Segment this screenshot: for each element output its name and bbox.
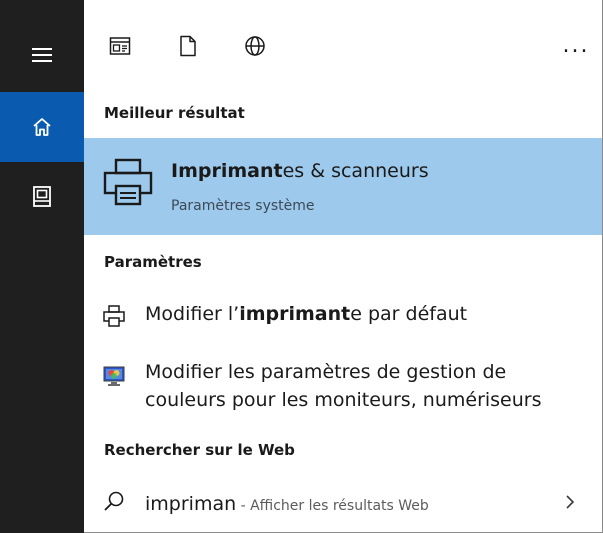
- web-search-query: impriman: [145, 493, 237, 515]
- best-result-title: Imprimantes & scanneurs: [171, 160, 429, 182]
- settings-heading: Paramètres: [104, 253, 202, 271]
- document-icon: [180, 35, 196, 57]
- settings-item-default-printer[interactable]: Modifier l’imprimante par défaut: [84, 292, 602, 340]
- home-icon: [33, 118, 51, 136]
- best-result-heading: Meilleur résultat: [104, 104, 245, 122]
- filter-toolbar: ...: [84, 14, 602, 78]
- printer-icon: [103, 305, 125, 327]
- label-match: imprimant: [239, 303, 351, 325]
- globe-icon: [245, 36, 265, 56]
- start-search-panel: ... Meilleur résultat Imprimantes & scan…: [0, 0, 603, 533]
- settings-item-color-management[interactable]: Modifier les paramètres de gestion de co…: [84, 356, 602, 428]
- hamburger-menu-button[interactable]: [0, 20, 84, 90]
- best-result-title-match: Imprimant: [171, 160, 283, 182]
- printer-icon: [103, 158, 153, 206]
- best-result-title-rest: es & scanneurs: [282, 160, 429, 182]
- label-before: Modifier l’: [145, 303, 240, 325]
- documents-button[interactable]: [0, 162, 84, 232]
- left-rail: [0, 0, 84, 533]
- home-button[interactable]: [0, 92, 84, 162]
- web-filter-button[interactable]: [239, 30, 271, 62]
- apps-icon: [109, 37, 131, 55]
- settings-item-default-printer-label: Modifier l’imprimante par défaut: [145, 300, 467, 328]
- search-icon: [104, 491, 124, 511]
- color-management-icon: [103, 366, 125, 386]
- best-result-subtitle: Paramètres système: [171, 198, 315, 214]
- more-options-button[interactable]: ...: [560, 30, 592, 62]
- web-search-label: impriman - Afficher les résultats Web: [145, 490, 429, 520]
- settings-item-color-management-label: Modifier les paramètres de gestion de co…: [145, 361, 542, 411]
- documents-filter-button[interactable]: [172, 30, 204, 62]
- apps-filter-button[interactable]: [104, 30, 136, 62]
- documents-icon: [33, 186, 51, 207]
- label-after: e par défaut: [350, 303, 468, 325]
- web-search-item[interactable]: impriman - Afficher les résultats Web: [84, 478, 602, 526]
- chevron-right-icon[interactable]: [562, 494, 578, 510]
- hamburger-menu-icon: [32, 48, 52, 62]
- web-search-heading: Rechercher sur le Web: [104, 441, 295, 459]
- best-result-item[interactable]: Imprimantes & scanneurs Paramètres systè…: [84, 138, 602, 235]
- web-search-hint: - Afficher les résultats Web: [236, 498, 429, 514]
